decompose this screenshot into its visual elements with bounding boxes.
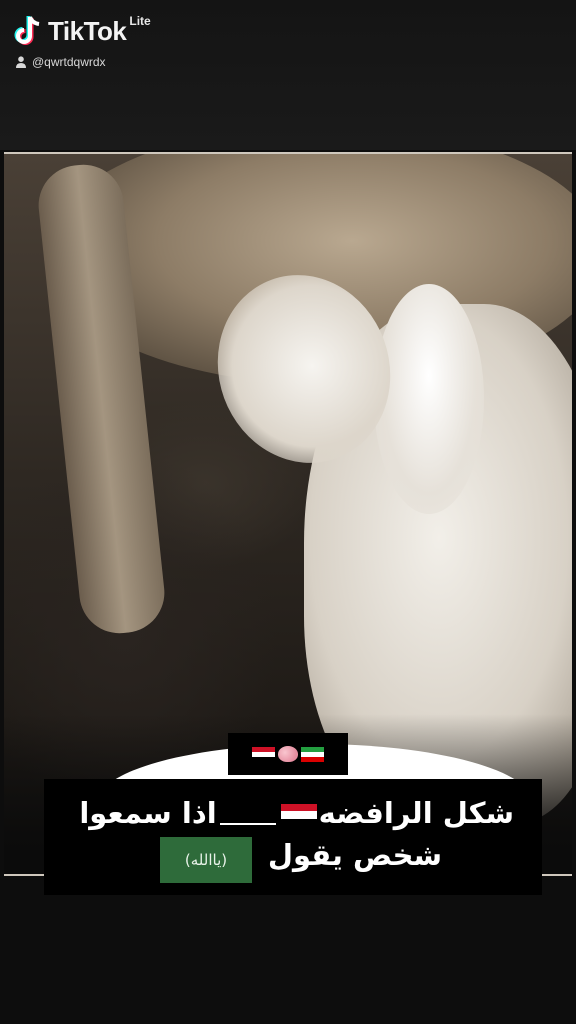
caption-blank — [219, 799, 276, 825]
caption-text-1a: شكل الرافضه — [318, 796, 514, 830]
brain-icon — [278, 746, 298, 762]
caption-badge: (ياالله) — [160, 837, 252, 883]
tiktok-logo: TikTok Lite — [14, 14, 151, 48]
caption-line-1: شكل الرافضه اذا سمعوا — [79, 795, 514, 831]
tiktok-note-icon — [14, 14, 44, 48]
brand-suffix: Lite — [129, 14, 151, 28]
caption-text-1b: اذا سمعوا — [79, 796, 217, 830]
caption-line-2: شخص يقول — [267, 838, 442, 872]
video-lamb-neck — [374, 284, 484, 514]
username-row[interactable]: @qwrtdqwrdx — [16, 55, 106, 69]
caption-box: شكل الرافضه اذا سمعوا شخص يقول (ياالله) — [44, 779, 542, 895]
top-bar: TikTok Lite @qwrtdqwrdx — [0, 0, 576, 150]
iraq-flag-icon — [280, 804, 317, 826]
username: @qwrtdqwrdx — [32, 55, 106, 69]
iraq-flag-icon — [252, 746, 275, 762]
emoji-flag-strip — [228, 733, 348, 775]
person-icon — [16, 56, 26, 68]
iran-flag-icon — [301, 746, 324, 762]
brand-name: TikTok — [48, 16, 127, 46]
